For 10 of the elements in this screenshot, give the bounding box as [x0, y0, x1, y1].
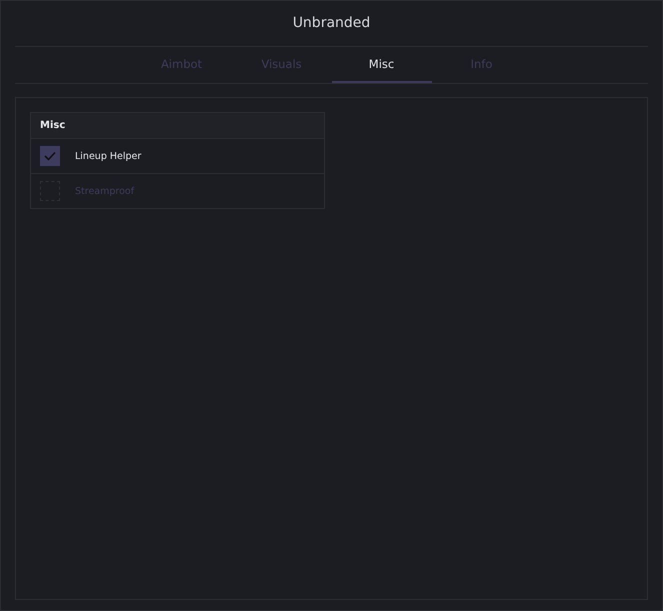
check-icon [44, 151, 56, 161]
checkbox[interactable] [40, 146, 60, 166]
tab[interactable]: Info [432, 47, 532, 83]
option-label[interactable]: Lineup Helper [75, 150, 142, 162]
option-label[interactable]: Streamproof [75, 186, 134, 196]
group-header: Misc [31, 113, 324, 139]
tab[interactable]: Misc [332, 47, 432, 83]
tab[interactable]: Visuals [232, 47, 332, 83]
tab[interactable]: Aimbot [132, 47, 232, 83]
window-title: Unbranded [15, 1, 648, 47]
